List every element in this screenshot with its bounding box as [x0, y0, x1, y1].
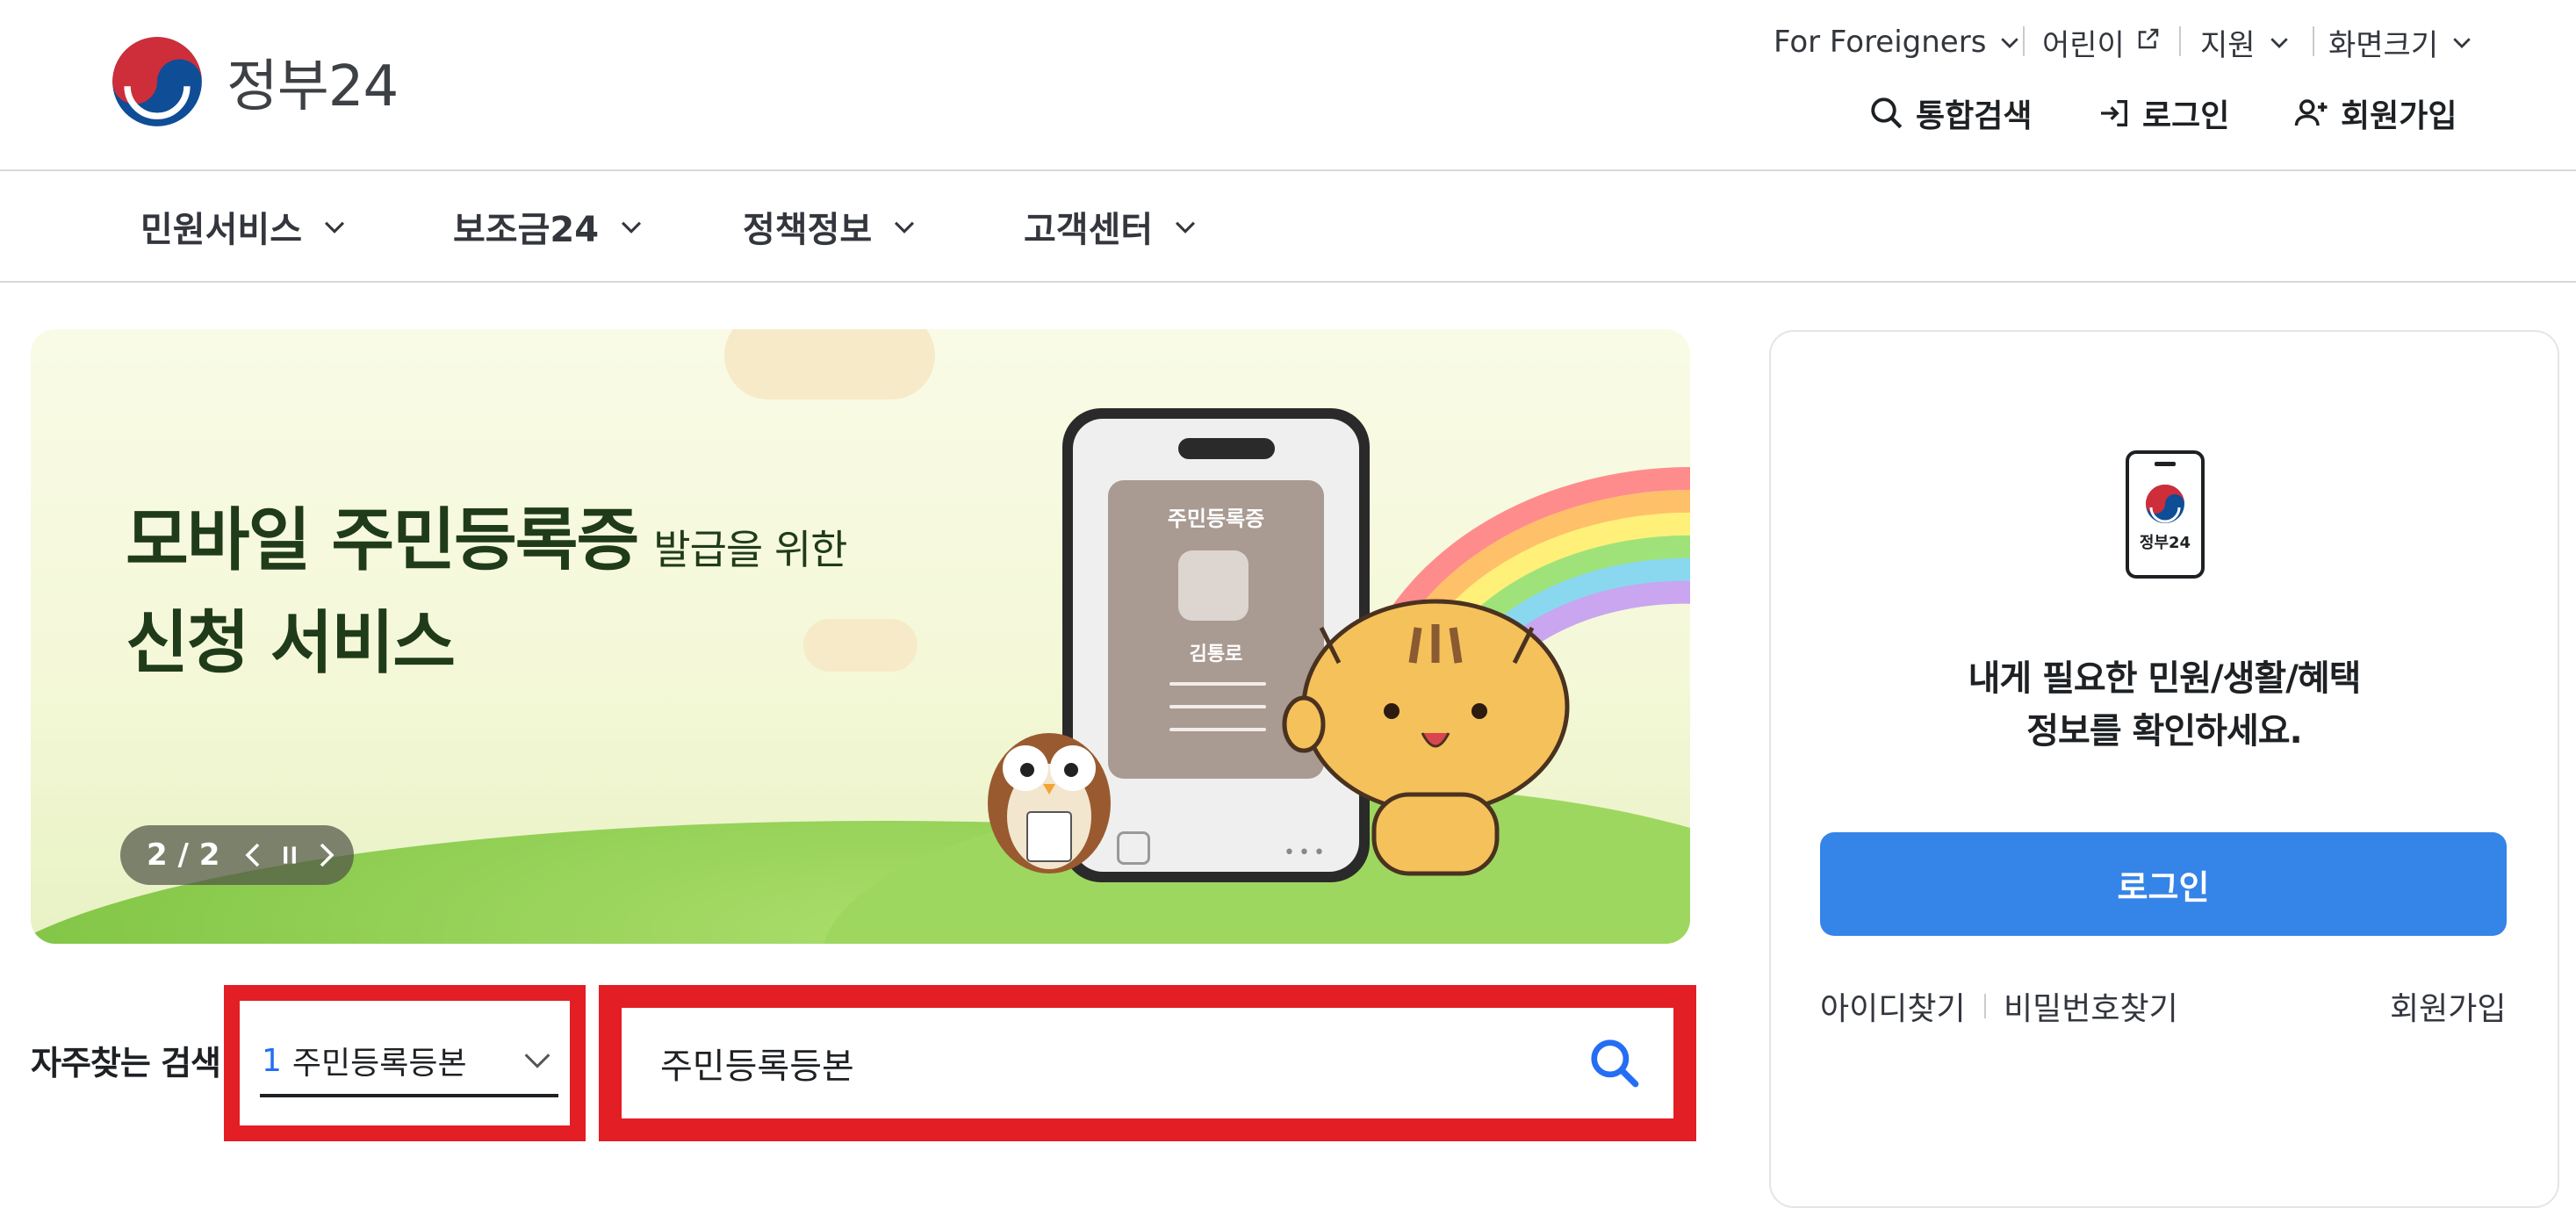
util-link-label: For Foreigners	[1774, 25, 1987, 60]
integrated-search-label: 통합검색	[1916, 98, 2033, 134]
id-card-line	[1169, 682, 1266, 686]
slide-indicator: 2 / 2	[147, 838, 220, 873]
phone-icon-label: 정부24	[2139, 534, 2191, 552]
util-link-kids[interactable]: 어린이	[2042, 18, 2162, 67]
util-divider	[2313, 26, 2314, 56]
frequent-search-rank: 1	[262, 1042, 282, 1079]
next-slide-button[interactable]	[314, 838, 339, 873]
login-link-divider	[1984, 994, 1986, 1018]
banner-headline-main: 모바일 주민등록증	[126, 501, 639, 580]
id-card-title: 주민등록증	[1167, 507, 1265, 531]
nav-item-label: 고객센터	[1024, 210, 1154, 250]
main-banner[interactable]: 모바일 주민등록증 발급을 위한 신청 서비스 주민등록증 김통로 ••• 2 …	[31, 329, 1690, 944]
util-link-screen-size[interactable]: 화면크기	[2328, 18, 2475, 67]
login-message-line2: 정보를 확인하세요.	[2026, 711, 2303, 751]
nav-item-label: 보조금24	[453, 210, 600, 250]
chevron-down-icon	[622, 221, 642, 234]
login-icon	[2101, 100, 2127, 126]
logo-wordmark: 정부24	[227, 54, 399, 119]
id-card-line	[1169, 728, 1266, 731]
chevron-down-icon	[324, 221, 345, 234]
banner-headline-line2: 신청 서비스	[126, 604, 456, 683]
chevron-down-icon	[2270, 38, 2288, 48]
frequent-search-selected-value: 주민등록등본	[291, 1046, 467, 1082]
util-divider	[2023, 26, 2025, 56]
nav-item-civil-service[interactable]: 민원서비스	[140, 198, 349, 255]
search-icon[interactable]	[1587, 1036, 1642, 1090]
frequent-search-label: 자주찾는 검색	[31, 1044, 221, 1082]
chevron-left-icon	[245, 843, 260, 867]
pause-slide-button[interactable]	[277, 838, 302, 873]
nav-item-subsidy24[interactable]: 보조금24	[453, 198, 646, 255]
find-id-link[interactable]: 아이디찾기	[1820, 983, 1966, 1029]
prev-slide-button[interactable]	[241, 838, 265, 873]
squirrel-character-illustration	[1282, 599, 1570, 876]
nav-item-label: 민원서비스	[140, 210, 302, 250]
search-input[interactable]	[623, 1010, 1672, 1117]
header-login-button[interactable]: 로그인	[2097, 86, 2229, 140]
banner-slider-control: 2 / 2	[120, 825, 354, 885]
chevron-down-icon	[1176, 221, 1196, 234]
avatar-icon	[1178, 550, 1248, 621]
util-link-label: 어린이	[2042, 27, 2125, 63]
main-nav: 민원서비스 보조금24 정책정보 고객센터	[0, 171, 2576, 283]
search-icon	[1871, 97, 1903, 129]
login-message-line1: 내게 필요한 민원/생활/혜택	[1968, 658, 2362, 699]
util-divider	[2179, 26, 2181, 56]
id-card-line	[1169, 705, 1266, 708]
site-logo[interactable]: 정부24	[111, 33, 400, 130]
owl-character-illustration	[988, 733, 1111, 874]
nav-item-policy-info[interactable]: 정책정보	[743, 198, 919, 255]
banner-headline-small: 발급을 위한	[653, 526, 847, 573]
cloud-illustration	[724, 329, 935, 399]
integrated-search-button[interactable]: 통합검색	[1868, 86, 2032, 140]
taegeuk-emblem-icon	[112, 37, 202, 126]
chevron-down-icon	[895, 221, 915, 234]
banner-headline: 모바일 주민등록증 발급을 위한	[126, 485, 847, 584]
header-signup-button[interactable]: 회원가입	[2293, 86, 2457, 140]
add-user-icon	[2294, 99, 2328, 126]
external-link-icon	[2138, 28, 2159, 49]
find-password-link[interactable]: 비밀번호찾기	[2004, 983, 2178, 1029]
util-link-support[interactable]: 지원	[2200, 18, 2292, 67]
signup-link[interactable]: 회원가입	[2390, 983, 2506, 1029]
util-link-label: 지원	[2200, 27, 2256, 63]
phone-notch	[1178, 438, 1275, 459]
header-login-label: 로그인	[2142, 98, 2230, 134]
chevron-down-icon	[2001, 38, 2019, 48]
nav-item-label: 정책정보	[743, 210, 873, 250]
chevron-right-icon	[320, 843, 335, 867]
mobile-phone-icon	[2126, 450, 2205, 579]
frequent-search-select[interactable]: 1 주민등록등본	[260, 1027, 558, 1097]
util-link-label: 화면크기	[2328, 27, 2439, 63]
chevron-down-icon	[524, 1053, 550, 1068]
nav-item-customer-center[interactable]: 고객센터	[1024, 198, 1200, 255]
login-button[interactable]: 로그인	[1820, 832, 2507, 936]
header-signup-label: 회원가입	[2341, 98, 2457, 134]
pause-icon	[284, 846, 297, 864]
util-link-for-foreigners[interactable]: For Foreigners	[1774, 18, 2023, 67]
chevron-down-icon	[2453, 38, 2471, 48]
cloud-illustration	[803, 619, 917, 672]
